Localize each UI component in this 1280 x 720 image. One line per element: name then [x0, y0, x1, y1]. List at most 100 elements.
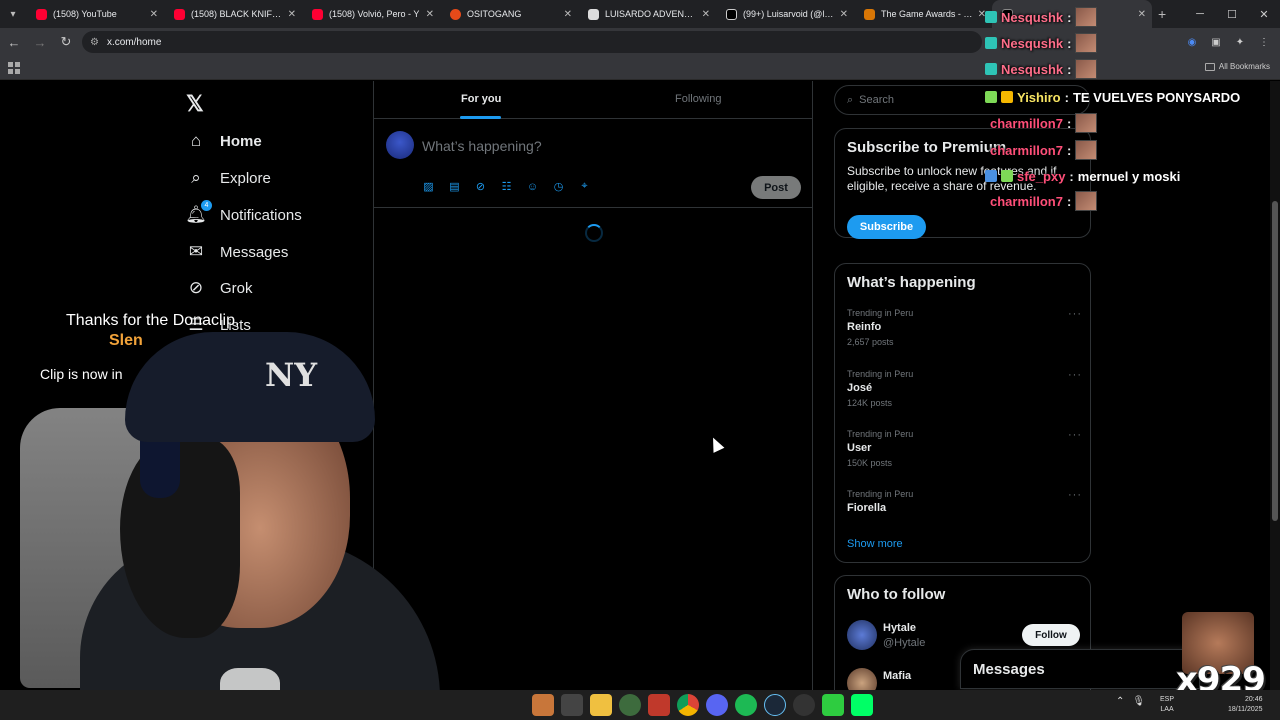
- trend-count: 150K posts: [847, 458, 893, 468]
- taskbar-app-icon[interactable]: [532, 694, 554, 716]
- extensions-area: ◉ ▣ ✦ ⋮: [1184, 31, 1272, 53]
- close-tab-icon[interactable]: ✕: [702, 9, 710, 20]
- who-to-follow-title: Who to follow: [847, 586, 946, 603]
- more-icon[interactable]: ···: [1068, 308, 1082, 320]
- emoji-icon[interactable]: ☺: [526, 180, 539, 193]
- microphone-icon[interactable]: 🎙︎: [1132, 696, 1145, 707]
- address-bar[interactable]: ⚙ x.com/home: [82, 31, 982, 53]
- chat-message: Yishiro: TE VUELVES PONYSARDO: [985, 86, 1240, 108]
- nav-grok[interactable]: ⊘ Grok: [186, 273, 253, 303]
- input-language[interactable]: ESP LAA: [1160, 695, 1174, 715]
- messages-drawer[interactable]: Messages: [960, 649, 1200, 689]
- gif-icon[interactable]: ▤: [448, 180, 461, 193]
- x-logo-icon[interactable]: 𝕏: [186, 91, 204, 117]
- more-icon[interactable]: ···: [1068, 489, 1082, 501]
- clock[interactable]: 20:46 18/11/2025: [1228, 695, 1263, 715]
- chevron-up-icon[interactable]: ⌃: [1116, 696, 1124, 707]
- account-handle: @Hytale: [883, 637, 926, 649]
- browser-tab[interactable]: (1508) YouTube ✕: [26, 0, 164, 28]
- more-icon[interactable]: ···: [1068, 369, 1082, 381]
- chat-message: sfe_pxy: mernuel y moski: [985, 165, 1180, 187]
- spotify-icon[interactable]: [735, 694, 757, 716]
- browser-tab[interactable]: OSITOGANG ✕: [440, 0, 578, 28]
- close-tab-icon[interactable]: ✕: [150, 9, 158, 20]
- reload-icon[interactable]: ↻: [54, 30, 78, 54]
- tab-search-icon[interactable]: ▾: [0, 0, 26, 28]
- tab-following[interactable]: Following: [675, 93, 721, 105]
- nav-messages[interactable]: ✉ Messages: [186, 237, 289, 267]
- forward-icon[interactable]: →: [28, 30, 52, 54]
- taskbar-app-icon[interactable]: [561, 694, 583, 716]
- discord-icon[interactable]: [706, 694, 728, 716]
- location-icon[interactable]: ⌖: [578, 180, 591, 193]
- close-tab-icon[interactable]: ✕: [840, 9, 848, 20]
- composer-input[interactable]: What’s happening?: [422, 138, 542, 154]
- taskbar-app-icon[interactable]: [648, 694, 670, 716]
- back-icon[interactable]: ←: [2, 30, 26, 54]
- trend-item[interactable]: Trending in Peru Fiorella ···: [847, 489, 1082, 514]
- close-window-icon[interactable]: ✕: [1248, 0, 1280, 28]
- chat-badge-icon: [1001, 91, 1013, 103]
- browser-tab[interactable]: (1508) BLACK KNIFE - Thi ✕: [164, 0, 302, 28]
- follow-button[interactable]: Follow: [1022, 624, 1080, 646]
- browser-tab[interactable]: (1508) Volvió, Pero - Y ✕: [302, 0, 440, 28]
- close-tab-icon[interactable]: ✕: [1138, 9, 1146, 20]
- all-bookmarks-button[interactable]: All Bookmarks: [1204, 62, 1270, 71]
- youtube-favicon-icon: [174, 8, 185, 20]
- more-icon[interactable]: ···: [1068, 429, 1082, 441]
- minimize-icon[interactable]: ─: [1184, 0, 1216, 28]
- trend-item[interactable]: Trending in Peru Reinfo 2,657 posts ···: [847, 308, 1082, 347]
- clock-time: 20:46: [1244, 696, 1263, 703]
- taskbar-app-icon[interactable]: [619, 694, 641, 716]
- avatar[interactable]: [386, 131, 414, 159]
- trend-item[interactable]: Trending in Peru José 124K posts ···: [847, 369, 1082, 408]
- scrollbar-thumb[interactable]: [1272, 201, 1278, 521]
- post-button[interactable]: Post: [751, 176, 801, 199]
- apps-grid-icon[interactable]: [8, 62, 20, 74]
- site-info-icon[interactable]: ⚙: [90, 37, 99, 48]
- tab-for-you[interactable]: For you: [461, 93, 501, 105]
- emote-icon: [1075, 191, 1098, 211]
- chat-badge-icon: [985, 63, 997, 75]
- tab-title: (1508) Volvió, Pero - Y: [329, 9, 420, 19]
- image-icon[interactable]: ▨: [422, 180, 435, 193]
- close-tab-icon[interactable]: ✕: [288, 9, 296, 20]
- nav-label: Explore: [220, 169, 271, 187]
- loading-spinner-icon: [585, 224, 603, 242]
- taskbar-app-icon[interactable]: [851, 694, 873, 716]
- nav-explore[interactable]: ⌕ Explore: [186, 163, 271, 193]
- taskbar-app-icon[interactable]: [822, 694, 844, 716]
- trend-item[interactable]: Trending in Peru User 150K posts ···: [847, 429, 1082, 468]
- schedule-icon[interactable]: ◷: [552, 180, 565, 193]
- browser-tab[interactable]: (99+) Luisarvoid (@luisar ✕: [716, 0, 854, 28]
- subscribe-button[interactable]: Subscribe: [847, 215, 926, 239]
- extension-icon[interactable]: ▣: [1208, 34, 1224, 50]
- poll-icon[interactable]: ☷: [500, 180, 513, 193]
- show-more-link[interactable]: Show more: [847, 538, 903, 550]
- new-tab-icon[interactable]: +: [1158, 6, 1166, 22]
- close-tab-icon[interactable]: ✕: [564, 9, 572, 20]
- close-tab-icon[interactable]: ✕: [426, 9, 434, 20]
- browser-tab[interactable]: LUISARDO ADVENTURE l ✕: [578, 0, 716, 28]
- nav-notifications[interactable]: 🔔︎ 4 Notifications: [185, 200, 302, 230]
- tab-title: (1508) YouTube: [53, 9, 117, 19]
- browser-tab[interactable]: The Game Awards - Dece ✕: [854, 0, 992, 28]
- notification-badge: 4: [201, 200, 212, 211]
- puzzle-icon[interactable]: ✦: [1232, 34, 1248, 50]
- folder-icon: [1204, 62, 1215, 71]
- grok-icon[interactable]: ⊘: [474, 180, 487, 193]
- page-scrollbar[interactable]: [1270, 81, 1280, 690]
- steam-icon[interactable]: [764, 694, 786, 716]
- chat-text: mernuel y moski: [1077, 168, 1181, 184]
- folder-icon[interactable]: [590, 694, 612, 716]
- home-icon: ⌂: [190, 131, 202, 150]
- extension-icon[interactable]: ◉: [1184, 34, 1200, 50]
- search-icon: ⌕: [847, 93, 854, 106]
- chrome-icon[interactable]: [677, 694, 699, 716]
- maximize-icon[interactable]: ☐: [1216, 0, 1248, 28]
- nav-home[interactable]: ⌂ Home: [186, 126, 262, 156]
- youtube-favicon-icon: [36, 8, 47, 20]
- youtube-favicon-icon: [312, 8, 323, 20]
- taskbar-app-icon[interactable]: [793, 694, 815, 716]
- menu-icon[interactable]: ⋮: [1256, 34, 1272, 50]
